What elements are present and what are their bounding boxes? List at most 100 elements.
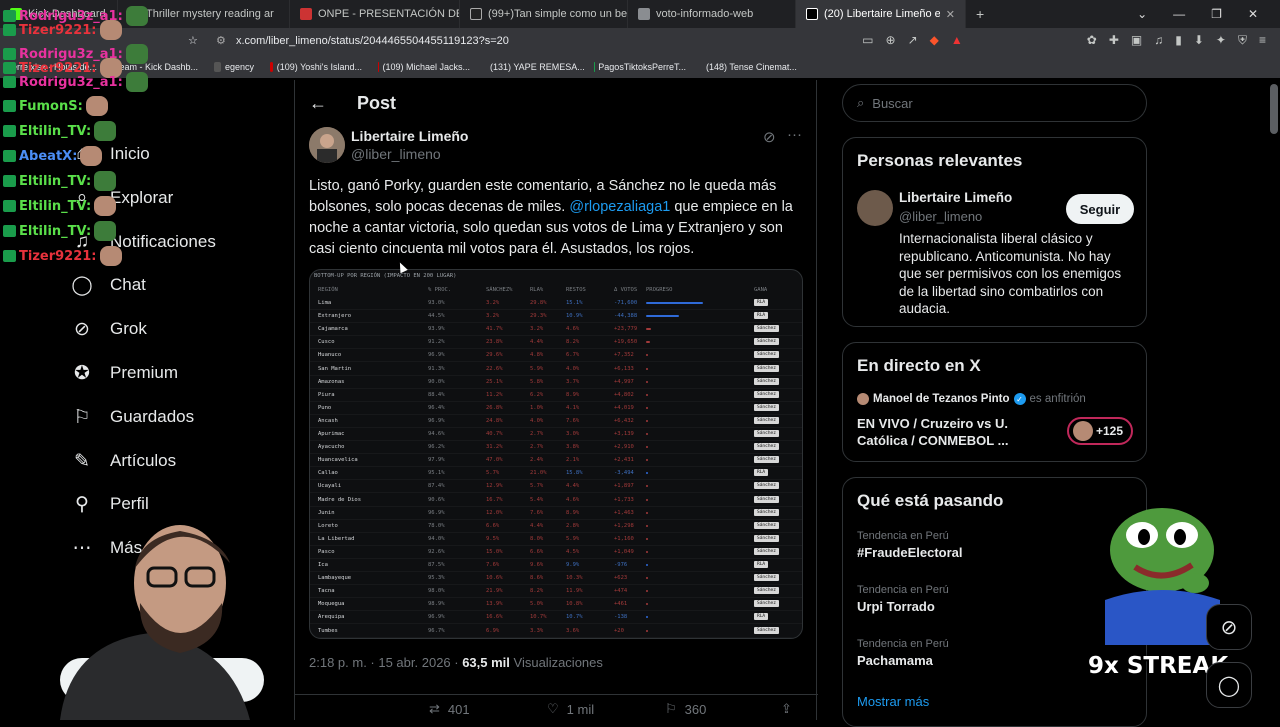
site-info-icon[interactable]: ⚙ (216, 34, 226, 47)
nav-item-chat[interactable]: ◯Chat (70, 273, 146, 297)
like-button[interactable]: ♡1 mil (547, 701, 594, 717)
media-table-cell: +4,802 (614, 392, 634, 398)
nav-item-grok[interactable]: ⊘Grok (70, 317, 147, 341)
media-table-cell: 11.2% (486, 392, 503, 398)
show-more-link[interactable]: Mostrar más (857, 694, 929, 709)
bookmark-item[interactable]: (109) Yoshi's Island... (262, 62, 370, 72)
author-name[interactable]: Libertaire Limeño (351, 128, 468, 144)
repost-button[interactable]: ⇄401 (429, 701, 470, 717)
trend-item[interactable]: Tendencia en PerúPachamama (857, 638, 949, 668)
bookmark-item[interactable]: (148) Tense Cinemat... (694, 62, 802, 72)
winner-tag: Sánchez (754, 522, 779, 529)
url-field[interactable]: x.com/liber_limeno/status/20444655044551… (236, 35, 509, 47)
media-table-cell: 8.6% (530, 575, 543, 581)
tab-search-icon[interactable]: ⌄ (1137, 7, 1147, 21)
post-media-table[interactable]: BOTTOM-UP POR REGIÓN (IMPACTO EN 200 LUG… (309, 269, 803, 639)
progress-bar (646, 368, 648, 370)
extension-icon[interactable]: ✿ (1087, 33, 1097, 48)
author-handle[interactable]: @liber_limeno (351, 146, 441, 162)
search-box[interactable]: ⌕Buscar (842, 84, 1147, 122)
media-table-cell: 4.0% (566, 366, 579, 372)
trend-item[interactable]: Tendencia en Perú#FraudeElectoral (857, 530, 963, 560)
winner-tag: Sánchez (754, 496, 779, 503)
minimize-icon[interactable]: — (1173, 7, 1185, 21)
brave-shield-icon[interactable]: ◆ (930, 33, 939, 48)
media-table-row: Piura88.4%11.2%6.2%8.9%+4,802Sánchez (310, 389, 803, 402)
trend-item[interactable]: Tendencia en PerúUrpi Torrado (857, 584, 949, 614)
bookmark-star-icon[interactable]: ☆ (188, 34, 198, 47)
zoom-icon[interactable]: ⊕ (886, 33, 896, 48)
browser-tab[interactable]: voto-informado-web (628, 0, 796, 28)
messages-floating-button[interactable]: ◯ (1206, 662, 1252, 708)
brave-rewards-icon[interactable]: ▲ (951, 33, 963, 48)
follow-button[interactable]: Seguir (1066, 194, 1134, 224)
media-table-cell: 98.0% (428, 588, 445, 594)
share-icon[interactable]: ↗ (908, 33, 918, 48)
media-table-cell: 3.2% (530, 326, 543, 332)
bookmark-item[interactable]: (109) Michael Jacks... (370, 62, 478, 72)
menu-icon[interactable]: ≡ (1259, 33, 1266, 48)
media-table-row: Ucayali87.4%12.9%5.7%4.4%+1,897Sánchez (310, 480, 803, 493)
screen-icon[interactable]: ▭ (862, 33, 873, 48)
media-table-header-cell: RESTOS (566, 287, 586, 293)
media-table-cell: 15.1% (566, 300, 583, 306)
download-icon[interactable]: ⬇ (1194, 33, 1204, 48)
media-table-cell: 8.0% (530, 536, 543, 542)
nav-item-guardados[interactable]: ⚐Guardados (70, 405, 194, 429)
bookmark-item[interactable]: PagosTiktoksPerreT... (586, 62, 694, 72)
puzzle-icon[interactable]: ✚ (1109, 33, 1119, 48)
nav-item-premium[interactable]: ✪Premium (70, 361, 178, 385)
author-avatar[interactable] (309, 127, 345, 163)
media-table-header: REGIÓN% PROC.SÁNCHEZ%RLA%RESTOSΔ VOTOSPR… (310, 287, 803, 295)
browser-tab-active[interactable]: (20) Libertaire Limeño en X: "List✕ (796, 0, 966, 28)
close-tab-icon[interactable]: ✕ (946, 8, 955, 21)
chat-username: Tizer9221: (19, 249, 97, 264)
live-card[interactable]: En directo en X Manoel de Tezanos Pinto✓… (842, 342, 1147, 462)
media-table-cell: 4.4% (530, 523, 543, 529)
new-tab-button[interactable]: + (966, 0, 994, 28)
grok-floating-button[interactable]: ⊘ (1206, 604, 1252, 650)
media-table-cell: 4.4% (530, 339, 543, 345)
media-table-cell: 4.4% (566, 483, 579, 489)
sidebar-icon[interactable]: ▮ (1175, 33, 1182, 48)
media-table-cell: 3.3% (530, 628, 543, 634)
grok-explain-icon[interactable]: ⊘ (763, 128, 776, 146)
wallet-icon[interactable]: ▣ (1131, 33, 1142, 48)
relevant-avatar[interactable] (857, 190, 893, 226)
scrollbar-thumb[interactable] (1270, 84, 1278, 134)
winner-tag: Sánchez (754, 443, 779, 450)
progress-bar (646, 485, 648, 487)
progress-bar (646, 525, 648, 527)
chat-username: Tizer9221: (19, 23, 97, 38)
browser-tab[interactable]: (99+)Tan simple como un beso (460, 0, 628, 28)
share-button[interactable]: ⇪ (781, 701, 792, 717)
media-icon[interactable]: ♫ (1154, 33, 1163, 48)
views-count: 63,5 mil (462, 655, 510, 670)
bookmark-button[interactable]: ⚐360 (665, 701, 706, 717)
more-options-icon[interactable]: ··· (787, 126, 802, 143)
progress-bar (646, 315, 679, 317)
media-table-cell: 16.7% (486, 497, 503, 503)
relevant-name[interactable]: Libertaire Limeño (899, 190, 1012, 205)
close-window-icon[interactable]: ✕ (1248, 7, 1258, 21)
progress-bar (646, 433, 648, 435)
leo-icon[interactable]: ✦ (1216, 33, 1226, 48)
winner-tag: Sánchez (754, 351, 779, 358)
winner-tag: Sánchez (754, 430, 779, 437)
premium-icon: ✪ (70, 361, 94, 385)
relevant-handle[interactable]: @liber_limeno (899, 209, 982, 224)
chat-emote-icon (126, 6, 148, 26)
mention-link[interactable]: @rlopezaliaga1 (569, 199, 670, 215)
nav-item-articulos[interactable]: ✎Artículos (70, 449, 176, 473)
back-arrow-icon[interactable]: ← (309, 93, 327, 114)
bookmark-item[interactable]: (131) YAPE REMESA... (478, 62, 586, 72)
browser-tab[interactable]: ONPE - PRESENTACIÓN DE RESULTA (290, 0, 460, 28)
media-table-cell: 6.7% (566, 352, 579, 358)
maximize-icon[interactable]: ❐ (1211, 7, 1222, 21)
media-table-cell: 5.7% (486, 470, 499, 476)
media-table-cell: 96.9% (428, 418, 445, 424)
bookmark-item[interactable]: egency (206, 62, 262, 72)
vpn-icon[interactable]: ⛨ (1238, 33, 1247, 48)
media-table-cell: 4.8% (530, 352, 543, 358)
chat-username: FumonS: (19, 99, 83, 114)
